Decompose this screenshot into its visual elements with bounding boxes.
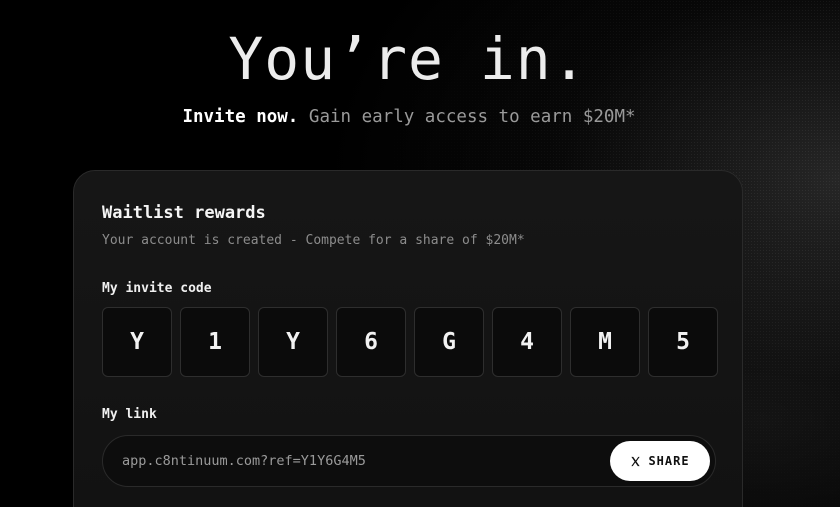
page-title: You’re in. <box>228 25 588 93</box>
invite-code-char[interactable]: 4 <box>492 307 562 377</box>
referral-link-field[interactable]: app.c8ntinuum.com?ref=Y1Y6G4M5 SHARE <box>102 435 716 487</box>
card-subtitle: Your account is created - Compete for a … <box>102 233 525 248</box>
share-button-label: SHARE <box>648 454 690 468</box>
x-logo-icon <box>631 456 641 466</box>
invite-code-char[interactable]: G <box>414 307 484 377</box>
subtitle-emphasis: Invite now. <box>182 107 299 127</box>
page-subtitle: Invite now. Gain early access to earn $2… <box>0 106 818 128</box>
card-title: Waitlist rewards <box>102 203 266 223</box>
subtitle-text: Gain early access to earn $20M* <box>308 107 636 127</box>
invite-code-char[interactable]: 6 <box>336 307 406 377</box>
invite-code-char[interactable]: M <box>570 307 640 377</box>
referral-link-text[interactable]: app.c8ntinuum.com?ref=Y1Y6G4M5 <box>122 453 366 469</box>
my-link-label: My link <box>102 407 157 422</box>
invite-code-char[interactable]: Y <box>258 307 328 377</box>
invite-code-boxes: Y 1 Y 6 G 4 M 5 <box>102 307 718 377</box>
invite-code-char[interactable]: 1 <box>180 307 250 377</box>
invite-code-char[interactable]: 5 <box>648 307 718 377</box>
invite-code-char[interactable]: Y <box>102 307 172 377</box>
invite-code-label: My invite code <box>102 281 212 296</box>
share-on-x-button[interactable]: SHARE <box>610 441 710 481</box>
waitlist-rewards-card: Waitlist rewards Your account is created… <box>73 170 743 507</box>
